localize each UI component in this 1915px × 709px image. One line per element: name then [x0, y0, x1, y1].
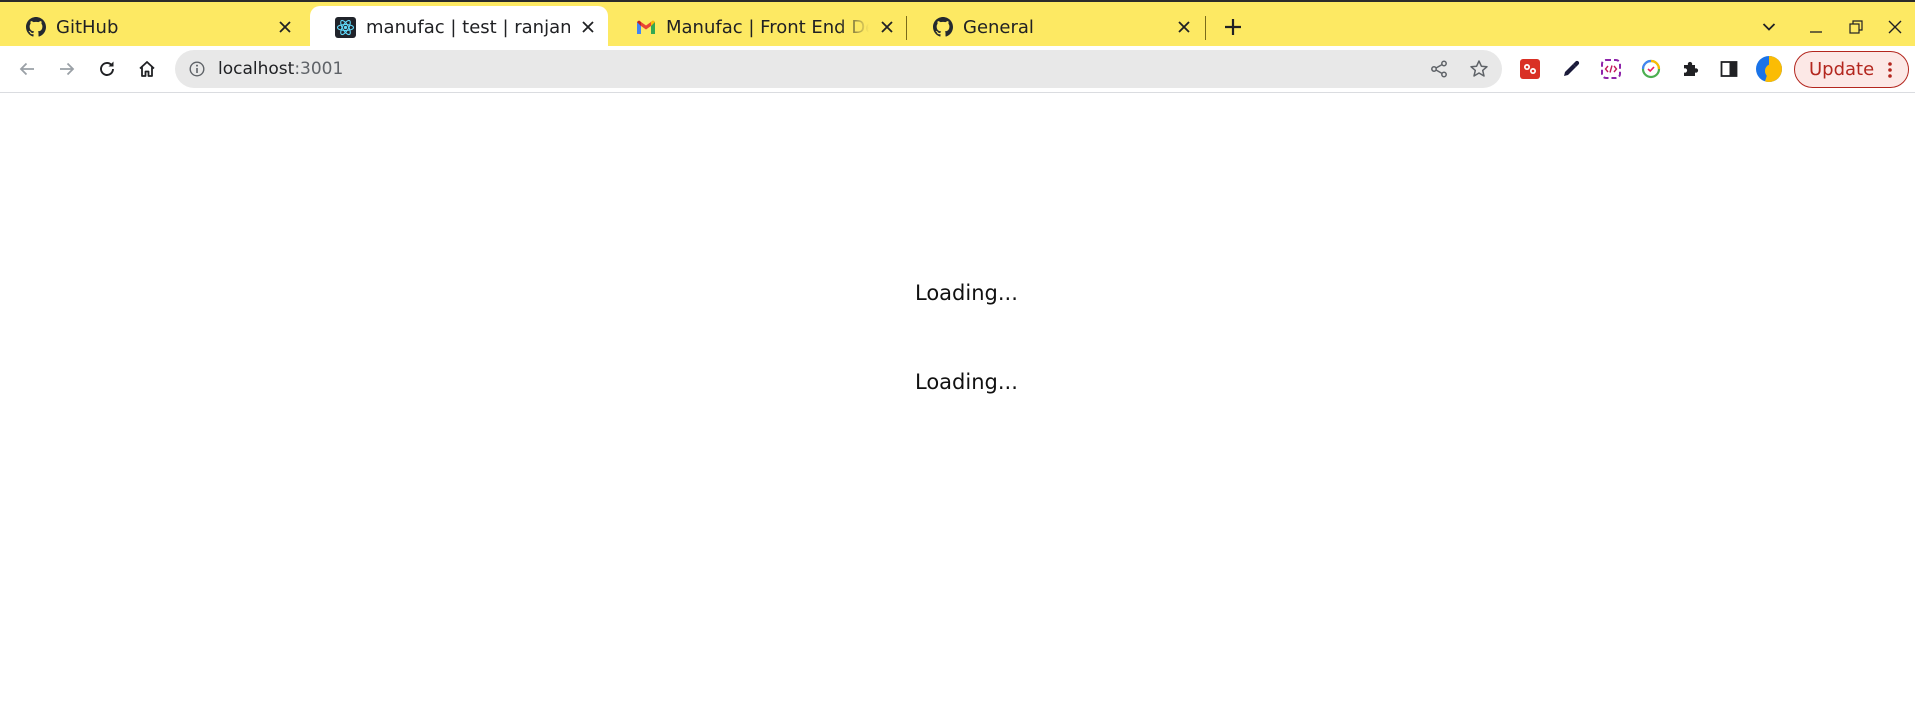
- close-icon[interactable]: [877, 17, 897, 37]
- side-panel-icon[interactable]: [1713, 53, 1745, 85]
- eyedropper-icon[interactable]: [1555, 53, 1587, 85]
- home-button[interactable]: [131, 53, 163, 85]
- bookmark-star-icon[interactable]: [1465, 55, 1493, 83]
- tab-manufac-test[interactable]: manufac | test | ranjansh: [310, 6, 608, 48]
- update-label: Update: [1809, 59, 1875, 80]
- code-extension-icon[interactable]: [1595, 53, 1627, 85]
- forward-button[interactable]: [51, 53, 83, 85]
- puzzle-icon[interactable]: [1675, 53, 1707, 85]
- github-icon: [25, 17, 46, 38]
- minimize-button[interactable]: [1801, 12, 1831, 42]
- tab-title: manufac | test | ranjansh: [366, 16, 570, 38]
- arrow-right-icon: [60, 62, 75, 76]
- info-icon[interactable]: [187, 59, 207, 79]
- close-icon[interactable]: [1174, 17, 1194, 37]
- tab-manufac-gmail[interactable]: Manufac | Front End Deve: [610, 6, 907, 48]
- home-icon: [139, 61, 155, 77]
- tab-title: General: [963, 16, 1034, 38]
- tab-strip: GitHub manufac | test | ranjansh Manufac…: [0, 0, 1915, 48]
- tab-title: GitHub: [56, 16, 119, 38]
- new-tab-button[interactable]: [1218, 12, 1248, 42]
- restore-button[interactable]: [1841, 12, 1871, 42]
- profile-avatar[interactable]: [1753, 53, 1785, 85]
- close-window-button[interactable]: [1880, 12, 1910, 42]
- close-icon[interactable]: [275, 17, 295, 37]
- tab-title: Manufac | Front End Deve: [666, 16, 869, 38]
- extension-red-icon[interactable]: [1514, 53, 1546, 85]
- share-icon[interactable]: [1425, 55, 1453, 83]
- react-icon: [335, 16, 356, 38]
- more-vert-icon[interactable]: [1882, 61, 1898, 79]
- loading-message-2: Loading...: [915, 370, 1018, 394]
- address-url: localhost:3001: [218, 59, 343, 79]
- github-icon: [932, 17, 953, 38]
- address-bar[interactable]: localhost:3001: [175, 50, 1502, 88]
- update-button[interactable]: Update: [1794, 51, 1909, 88]
- loading-message-1: Loading...: [915, 281, 1018, 305]
- url-port: :3001: [294, 59, 344, 79]
- restore-icon: [1849, 20, 1863, 34]
- tab-separator: [1205, 16, 1206, 40]
- chevron-down-icon: [1762, 23, 1776, 31]
- tab-general[interactable]: General: [907, 6, 1204, 48]
- tab-search-button[interactable]: [1754, 12, 1784, 42]
- close-icon[interactable]: [578, 17, 598, 37]
- url-host: localhost: [218, 59, 295, 79]
- browser-toolbar: localhost:3001 Update: [0, 46, 1915, 93]
- reload-icon: [100, 61, 114, 76]
- plus-icon: [1225, 19, 1241, 35]
- colorful-extension-icon[interactable]: [1635, 53, 1667, 85]
- arrow-left-icon: [19, 62, 34, 76]
- reload-button[interactable]: [91, 53, 123, 85]
- close-icon: [1888, 20, 1902, 34]
- page-content: Loading... Loading...: [0, 94, 1915, 709]
- minimize-icon: [1810, 31, 1822, 33]
- tab-github[interactable]: GitHub: [0, 6, 305, 48]
- back-button[interactable]: [11, 53, 43, 85]
- gmail-icon: [635, 17, 656, 38]
